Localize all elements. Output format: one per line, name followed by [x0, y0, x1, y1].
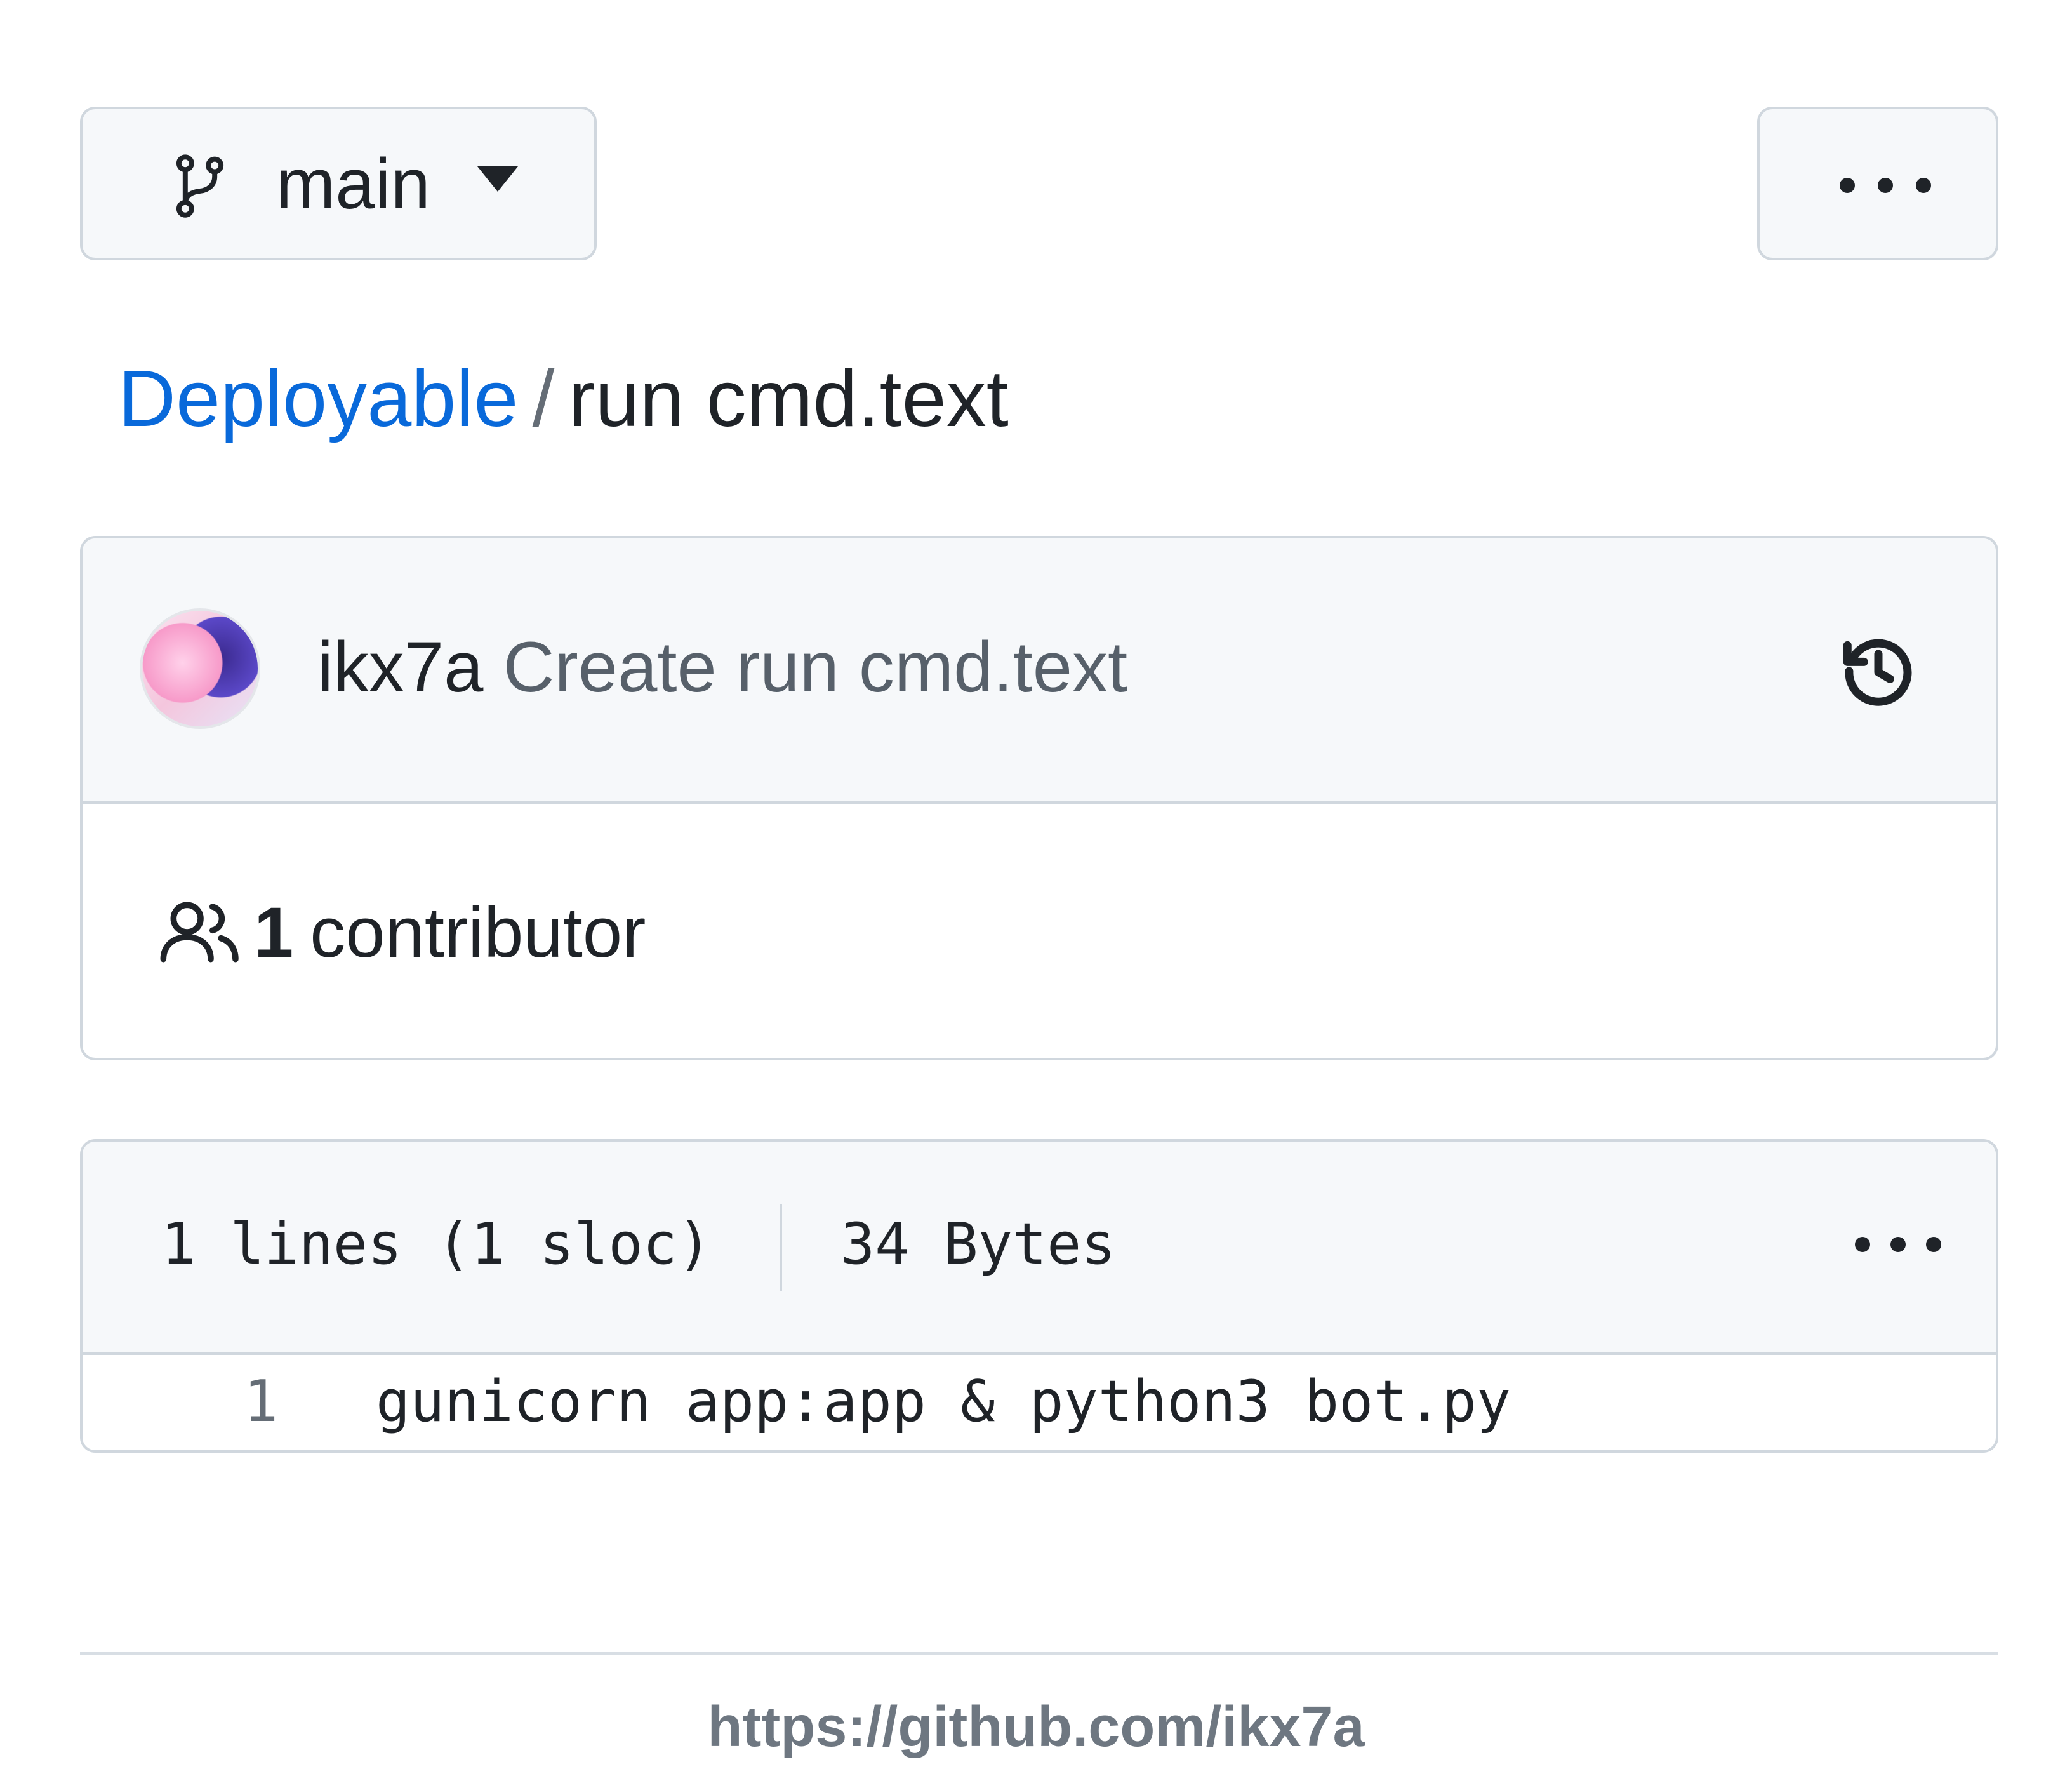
- commit-author-link[interactable]: ikx7a: [317, 627, 483, 707]
- contributors-row[interactable]: 1 contributor: [160, 884, 646, 980]
- breadcrumb-file-name: run cmd.text: [568, 354, 1009, 443]
- divider: [780, 1204, 782, 1291]
- commit-summary: ikx7a Create run cmd.text: [317, 620, 1127, 715]
- triangle-down-icon: [477, 166, 518, 192]
- file-size: 34 Bytes: [840, 1211, 1116, 1278]
- file-header: 1 lines (1 sloc) 34 Bytes: [83, 1142, 1996, 1355]
- breadcrumb-repo-link[interactable]: Deployable: [118, 354, 518, 443]
- git-branch-icon: [176, 154, 224, 218]
- kebab-horizontal-icon[interactable]: [1855, 1237, 1941, 1252]
- branch-select-button[interactable]: main: [80, 107, 597, 260]
- footer-divider: [80, 1652, 1998, 1655]
- history-icon[interactable]: [1837, 630, 1920, 712]
- kebab-horizontal-icon: [1840, 178, 1931, 193]
- commit-message-link[interactable]: Create run cmd.text: [503, 627, 1128, 707]
- contributor-count: 1: [254, 892, 294, 972]
- avatar[interactable]: [140, 608, 260, 729]
- code-text: gunicorn app:app & python3 bot.py: [376, 1368, 1511, 1435]
- breadcrumb: Deployable / run cmd.text: [118, 348, 1009, 450]
- people-icon: [160, 902, 239, 963]
- breadcrumb-separator: /: [532, 354, 555, 443]
- file-viewer: 1 lines (1 sloc) 34 Bytes 1 gunicorn app…: [80, 1139, 1998, 1453]
- contributor-label: contributor: [310, 892, 646, 972]
- file-line-count: 1 lines (1 sloc): [161, 1211, 712, 1278]
- branch-name: main: [276, 144, 430, 223]
- more-options-button[interactable]: [1757, 107, 1998, 260]
- line-number[interactable]: 1: [244, 1364, 278, 1440]
- footer-url: https://github.com/ikx7a: [707, 1695, 1365, 1759]
- latest-commit-box: ikx7a Create run cmd.text 1 contributor: [80, 536, 1998, 1060]
- code-line: 1 gunicorn app:app & python3 bot.py: [83, 1355, 1996, 1450]
- commit-header: ikx7a Create run cmd.text: [83, 538, 1996, 804]
